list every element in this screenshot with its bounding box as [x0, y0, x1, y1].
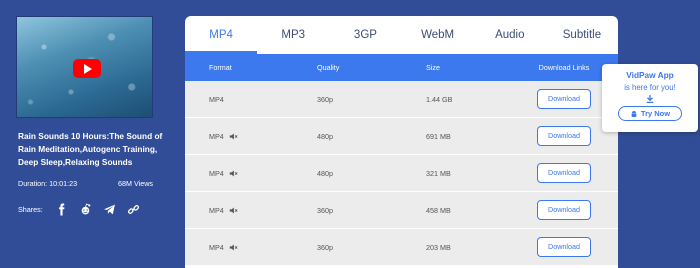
shares-label: Shares:	[18, 205, 43, 214]
try-now-label: Try Now	[640, 109, 671, 118]
row-size: 321 MB	[426, 168, 451, 178]
muted-audio-icon	[229, 243, 238, 252]
facebook-icon[interactable]	[55, 203, 68, 216]
table-row: MP4 480p 321 MB Download	[185, 155, 618, 192]
video-meta: Duration: 10:01:23 68M Views	[18, 179, 153, 188]
video-views: 68M Views	[117, 179, 153, 188]
row-format: MP4	[185, 132, 293, 141]
row-format-label: MP4	[209, 242, 224, 252]
row-download-cell: Download	[510, 200, 618, 220]
row-size: 691 MB	[426, 131, 451, 141]
download-button[interactable]: Download	[537, 237, 591, 257]
download-button[interactable]: Download	[537, 126, 591, 146]
row-format-label: MP4	[209, 205, 224, 215]
download-button[interactable]: Download	[537, 89, 591, 109]
table-header: Format Quality Size Download Links	[185, 54, 618, 81]
promo-subtitle: is here for you!	[624, 83, 676, 92]
row-quality: 360p	[317, 242, 333, 252]
promo-title: VidPaw App	[626, 70, 674, 80]
video-duration: Duration: 10:01:23	[18, 179, 78, 188]
tab-webm[interactable]: WebM	[402, 16, 474, 54]
muted-audio-icon	[229, 132, 238, 141]
download-button[interactable]: Download	[537, 163, 591, 183]
row-format: MP4	[185, 169, 293, 178]
link-icon[interactable]	[127, 203, 140, 216]
row-size: 458 MB	[426, 205, 451, 215]
tab-3gp[interactable]: 3GP	[329, 16, 401, 54]
video-thumbnail[interactable]	[16, 16, 153, 118]
download-card: MP4 MP3 3GP WebM Audio Subtitle Format Q…	[185, 16, 618, 268]
download-arrow-icon	[645, 94, 655, 104]
table-row: MP4 360p 203 MB Download	[185, 229, 618, 266]
header-quality: Quality	[317, 63, 340, 72]
tab-mp3[interactable]: MP3	[257, 16, 329, 54]
header-size: Size	[426, 63, 440, 72]
try-now-button[interactable]: Try Now	[618, 106, 682, 121]
tab-subtitle[interactable]: Subtitle	[546, 16, 618, 54]
tab-mp4[interactable]: MP4	[185, 16, 258, 54]
row-size: 203 MB	[426, 242, 451, 252]
muted-audio-icon	[229, 169, 238, 178]
youtube-play-icon[interactable]	[73, 59, 101, 78]
header-format: Format	[209, 63, 232, 72]
download-button[interactable]: Download	[537, 200, 591, 220]
row-format-label: MP4	[209, 94, 224, 104]
muted-audio-icon	[229, 206, 238, 215]
telegram-icon[interactable]	[103, 203, 116, 216]
video-title: Rain Sounds 10 Hours:The Sound of Rain M…	[18, 131, 163, 167]
row-quality: 480p	[317, 131, 333, 141]
row-quality: 480p	[317, 168, 333, 178]
row-format: MP4	[185, 206, 293, 215]
vidpaw-promo: VidPaw App is here for you! Try Now	[602, 64, 698, 132]
row-format: MP4	[185, 243, 293, 252]
reddit-icon[interactable]	[79, 203, 92, 216]
row-download-cell: Download	[510, 237, 618, 257]
table-row: MP4 480p 691 MB Download	[185, 118, 618, 155]
row-format-label: MP4	[209, 168, 224, 178]
table-row: MP4 360p 1.44 GB Download	[185, 81, 618, 118]
row-quality: 360p	[317, 94, 333, 104]
android-icon	[630, 110, 638, 118]
format-tabs: MP4 MP3 3GP WebM Audio Subtitle	[185, 16, 618, 54]
row-size: 1.44 GB	[426, 94, 453, 104]
row-format-label: MP4	[209, 131, 224, 141]
shares-row: Shares:	[18, 203, 140, 216]
table-row: MP4 360p 458 MB Download	[185, 192, 618, 229]
tab-audio[interactable]: Audio	[474, 16, 546, 54]
row-download-cell: Download	[510, 163, 618, 183]
row-format: MP4	[185, 95, 293, 104]
row-quality: 360p	[317, 205, 333, 215]
